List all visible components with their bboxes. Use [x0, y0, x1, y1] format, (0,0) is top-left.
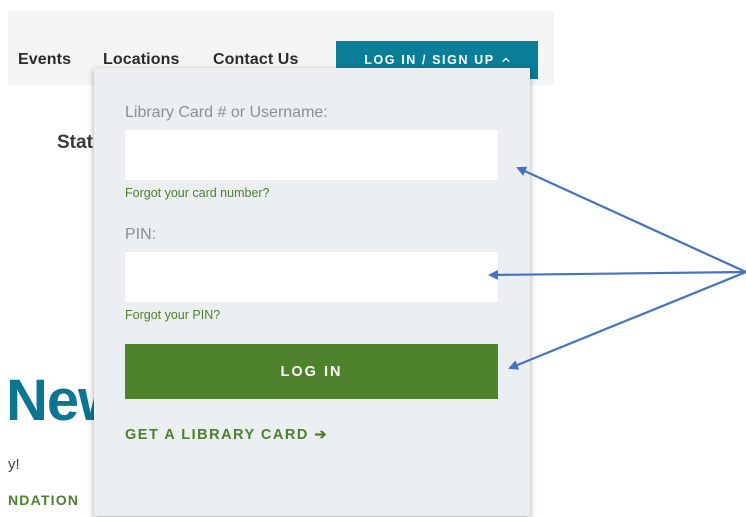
forgot-card-link[interactable]: Forgot your card number? — [125, 186, 270, 200]
annotation-arrow-username — [516, 166, 746, 274]
chevron-up-icon — [502, 57, 510, 63]
username-label: Library Card # or Username: — [125, 104, 328, 121]
pin-input[interactable] — [125, 252, 498, 302]
username-input[interactable] — [125, 130, 498, 180]
nav-link-contact[interactable]: Contact Us — [213, 51, 298, 69]
background-text-fragment: y! — [8, 456, 20, 473]
annotation-arrow-login — [508, 270, 746, 370]
get-library-card-link[interactable]: GET A LIBRARY CARD ➔ — [125, 427, 328, 443]
pin-label: PIN: — [125, 226, 157, 243]
nav-link-locations[interactable]: Locations — [103, 51, 179, 69]
login-dropdown: Library Card # or Username: Forgot your … — [94, 68, 530, 516]
login-signup-label: LOG IN / SIGN UP — [364, 53, 495, 67]
forgot-pin-link[interactable]: Forgot your PIN? — [125, 308, 220, 322]
background-link-fragment: NDATION — [8, 492, 80, 508]
background-heading-fragment: Stat — [57, 132, 93, 153]
login-submit-button[interactable]: LOG IN — [125, 344, 498, 399]
nav-link-events[interactable]: Events — [18, 51, 71, 69]
